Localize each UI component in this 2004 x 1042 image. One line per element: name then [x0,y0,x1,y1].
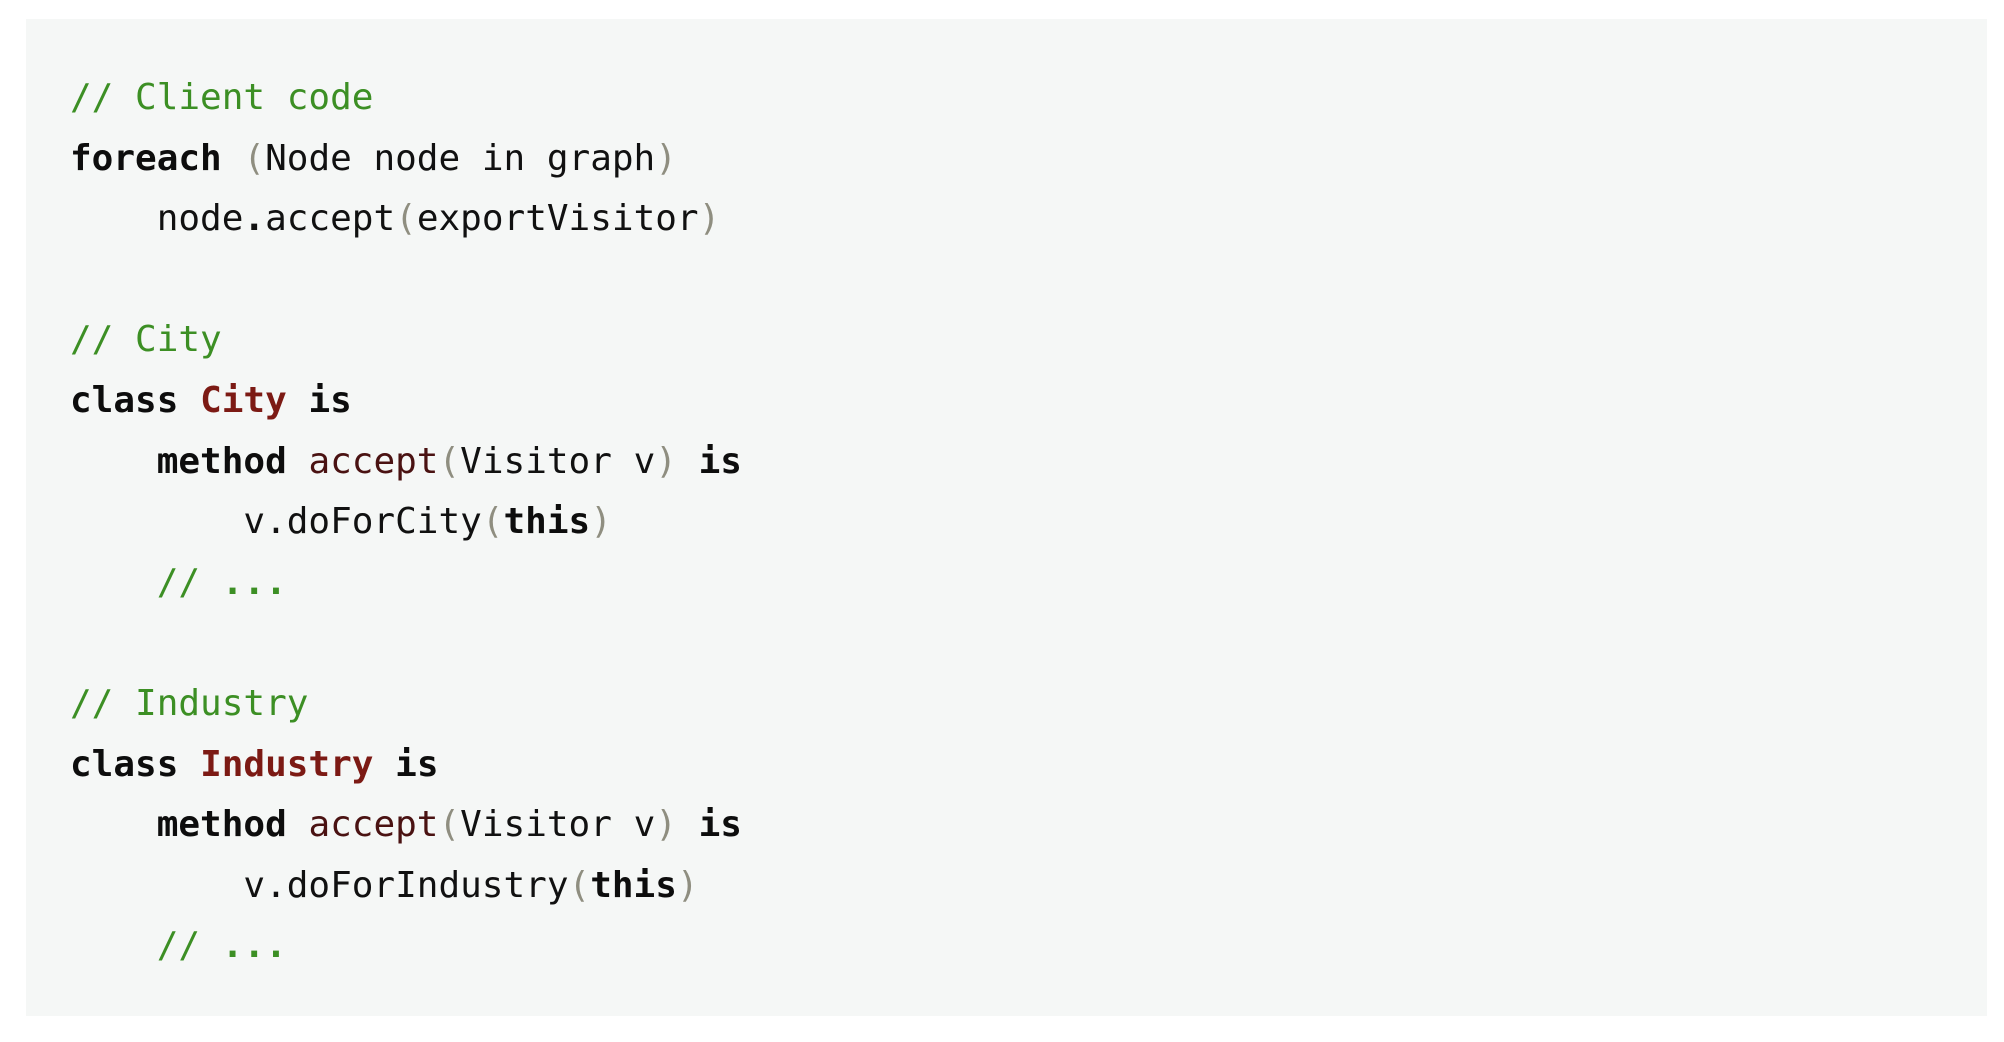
code-token-text: accept [265,198,396,240]
code-token-text: v.doForCity [243,501,482,543]
code-line: method accept(Visitor v) is [70,432,1987,493]
code-token-title: Industry [200,743,374,785]
code-token-dot: . [243,198,266,240]
code-line: v.doForCity(this) [70,492,1987,553]
code-token-kw: this [503,501,591,543]
code-token-comment-bold: ... [221,925,287,967]
code-token-title: City [200,379,287,421]
code-token-kw: is [698,804,742,846]
code-token-comment: // Client code [70,77,374,118]
code-token-kw: is [698,440,742,482]
code-token-punc: ) [698,198,721,240]
code-token-comment: // Industry [70,682,309,724]
code-line: v.doForIndustry(this) [70,856,1987,917]
code-token-punc: ( [243,137,266,179]
code-token-text: exportVisitor [416,198,699,240]
code-token-comment: // City [70,319,222,361]
code-token-text: Node node in graph [265,137,656,179]
code-token-comment: // [156,561,222,603]
code-token-punc: ( [438,804,461,846]
code-token-kw: class [70,379,179,421]
code-token-kw: is [308,379,352,421]
code-line: class City is [70,371,1987,432]
code-token-punc: ( [395,198,417,240]
code-line: class Industry is [70,735,1987,796]
code-token-punc: ) [590,501,612,543]
code-token-kw: this [590,864,677,906]
code-token-kw: foreach [70,137,222,179]
code-line: // ... [70,916,1987,977]
code-line: method accept(Visitor v) is [70,795,1987,856]
code-token-punc: ( [568,864,591,906]
code-token-kw: method [156,440,287,482]
code-token-text: node [156,198,244,240]
code-token-kw: method [156,804,287,846]
code-line: // ... [70,553,1987,614]
code-token-text: Visitor v [460,804,656,846]
code-line: // Industry [70,674,1987,735]
code-block: // Client code foreach (Node node in grap… [26,19,1987,1016]
code-token-kw: class [70,743,179,785]
code-token-comment-bold: ... [221,561,287,603]
code-token-text: Visitor v [460,440,656,482]
code-line: node.accept(exportVisitor) [70,189,1987,250]
code-token-punc: ) [655,440,677,482]
code-token-punc: ) [655,804,677,846]
code-token-punc: ( [481,501,504,543]
code-token-punc: ) [655,137,677,179]
code-token-kw: is [395,743,439,785]
code-token-punc: ( [438,440,461,482]
code-token-comment: // [156,925,222,967]
code-lines: // Client code foreach (Node node in grap… [70,68,1987,977]
code-token-fn: accept [308,440,439,482]
code-line: // Client code [70,68,1987,129]
code-token-fn: accept [308,804,439,846]
code-token-text: v.doForIndustry [243,864,569,906]
code-line: // City [70,310,1987,371]
code-line: foreach (Node node in graph) [70,129,1987,190]
code-token-punc: ) [676,864,699,906]
